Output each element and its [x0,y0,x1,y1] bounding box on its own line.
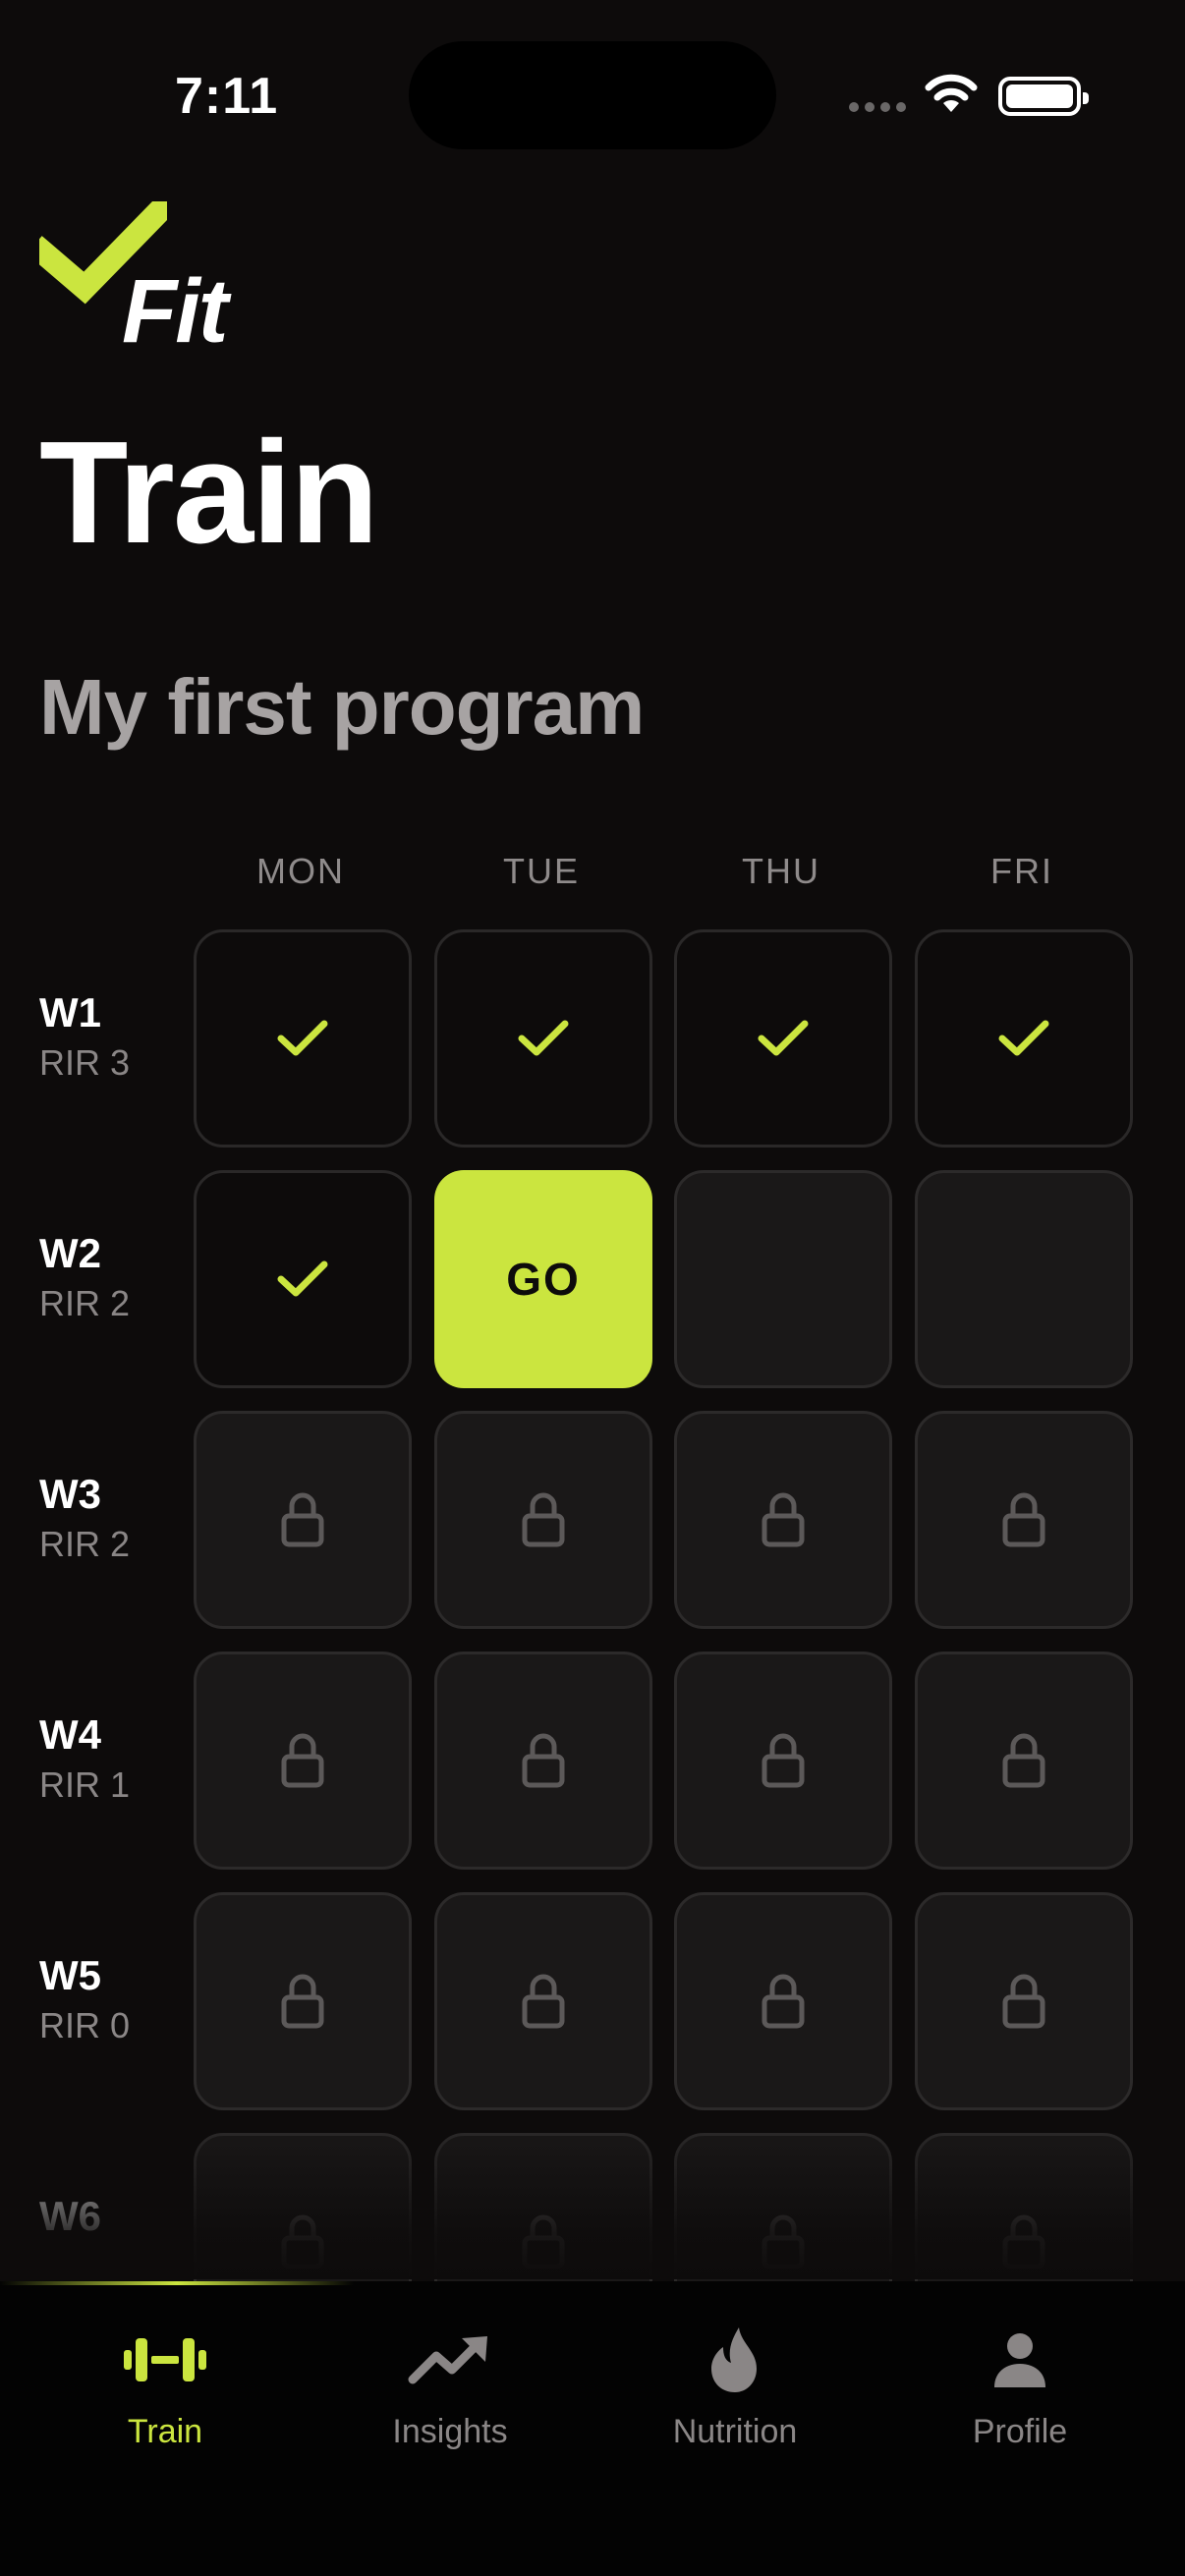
week-rir: RIR 2 [39,1283,131,1324]
workout-cell-w1-thu[interactable] [674,929,892,1148]
lock-icon [1002,1974,1045,2029]
workout-cell-w3-tue [434,1411,652,1629]
week-label: W4 RIR 1 [39,1710,130,1807]
workout-cell-w5-thu [674,1892,892,2110]
workout-cell-w3-mon [194,1411,412,1629]
workout-cell-w2-mon[interactable] [194,1170,412,1388]
week-rir: RIR 0 [39,2005,131,2046]
workout-cell-w4-tue [434,1652,652,1870]
logo-text: Fit [122,261,228,362]
day-header-tue: TUE [503,851,580,891]
workout-cell-w1-fri[interactable] [915,929,1133,1148]
week-rir: RIR 3 [39,1042,131,1084]
check-icon [277,1260,328,1297]
tab-bar: Train Insights Nutrition Profile [0,2281,1185,2576]
cellular-signal-icon [849,102,906,112]
lock-icon [522,1974,565,2029]
program-title: My first program [39,663,645,751]
workout-cell-w2-thu[interactable] [674,1170,892,1388]
workout-cell-w4-thu [674,1652,892,1870]
day-header-thu: THU [742,851,820,891]
week-number: W2 [39,1230,101,1276]
person-icon [994,2333,1045,2387]
dynamic-island [409,41,776,149]
week-label: W1 RIR 3 [39,988,130,1085]
week-label: W5 RIR 0 [39,1951,130,2047]
lock-icon [522,1492,565,1547]
check-icon [998,1020,1049,1056]
week-label: W2 RIR 2 [39,1229,130,1325]
lock-icon [1002,1492,1045,1547]
week-number: W4 [39,1711,101,1758]
week-number: W3 [39,1471,101,1517]
lock-icon [762,1492,805,1547]
dumbbell-icon [124,2338,206,2381]
lock-icon [762,1733,805,1788]
day-header-fri: FRI [990,851,1053,891]
lock-icon [762,1974,805,2029]
battery-icon [998,77,1089,116]
week-number: W1 [39,989,101,1036]
workout-cell-w2-fri[interactable] [915,1170,1133,1388]
tab-profile[interactable]: Profile [902,2321,1138,2478]
lock-icon [1002,2214,1045,2269]
workout-cell-w4-mon [194,1652,412,1870]
lock-icon [281,1974,324,2029]
tab-train-label: Train [127,2413,203,2450]
workout-cell-w5-mon [194,1892,412,2110]
lock-icon [1002,1733,1045,1788]
wifi-icon [925,74,978,112]
workout-cell-w4-fri [915,1652,1133,1870]
tab-profile-label: Profile [972,2413,1068,2450]
tab-nutrition[interactable]: Nutrition [617,2321,853,2478]
tab-train[interactable]: Train [47,2321,283,2478]
day-header-mon: MON [256,851,345,891]
week-rir: RIR 1 [39,1764,131,1806]
check-icon [758,1020,809,1056]
tab-insights-label: Insights [392,2413,508,2450]
workout-cell-w3-fri [915,1411,1133,1629]
lock-icon [281,1733,324,1788]
status-bar: 7:11 [0,0,1185,196]
week-number: W6 [39,2193,101,2239]
week-rir: RIR 2 [39,1524,131,1565]
tab-insights[interactable]: Insights [332,2321,568,2478]
workout-cell-w3-thu [674,1411,892,1629]
day-headers: MON TUE THU FRI [0,851,1185,898]
go-button-label: GO [506,1254,581,1305]
week-number: W5 [39,1952,101,1998]
lock-icon [281,2214,324,2269]
page-title: Train [39,412,379,574]
trend-icon [408,2336,487,2384]
check-icon [277,1020,328,1056]
app-logo: Fit [39,201,275,362]
go-button[interactable]: GO [434,1170,652,1388]
workout-cell-w1-tue[interactable] [434,929,652,1148]
workout-cell-w5-tue [434,1892,652,2110]
lock-icon [522,2214,565,2269]
workout-cell-w1-mon[interactable] [194,929,412,1148]
check-icon [518,1020,569,1056]
tab-nutrition-label: Nutrition [672,2413,798,2450]
lock-icon [281,1492,324,1547]
lock-icon [522,1733,565,1788]
workout-cell-w5-fri [915,1892,1133,2110]
week-label: W6 [39,2192,101,2245]
flame-icon [711,2327,757,2392]
active-tab-indicator [0,2281,354,2285]
week-label: W3 RIR 2 [39,1470,130,1566]
status-time: 7:11 [175,68,279,125]
lock-icon [762,2214,805,2269]
